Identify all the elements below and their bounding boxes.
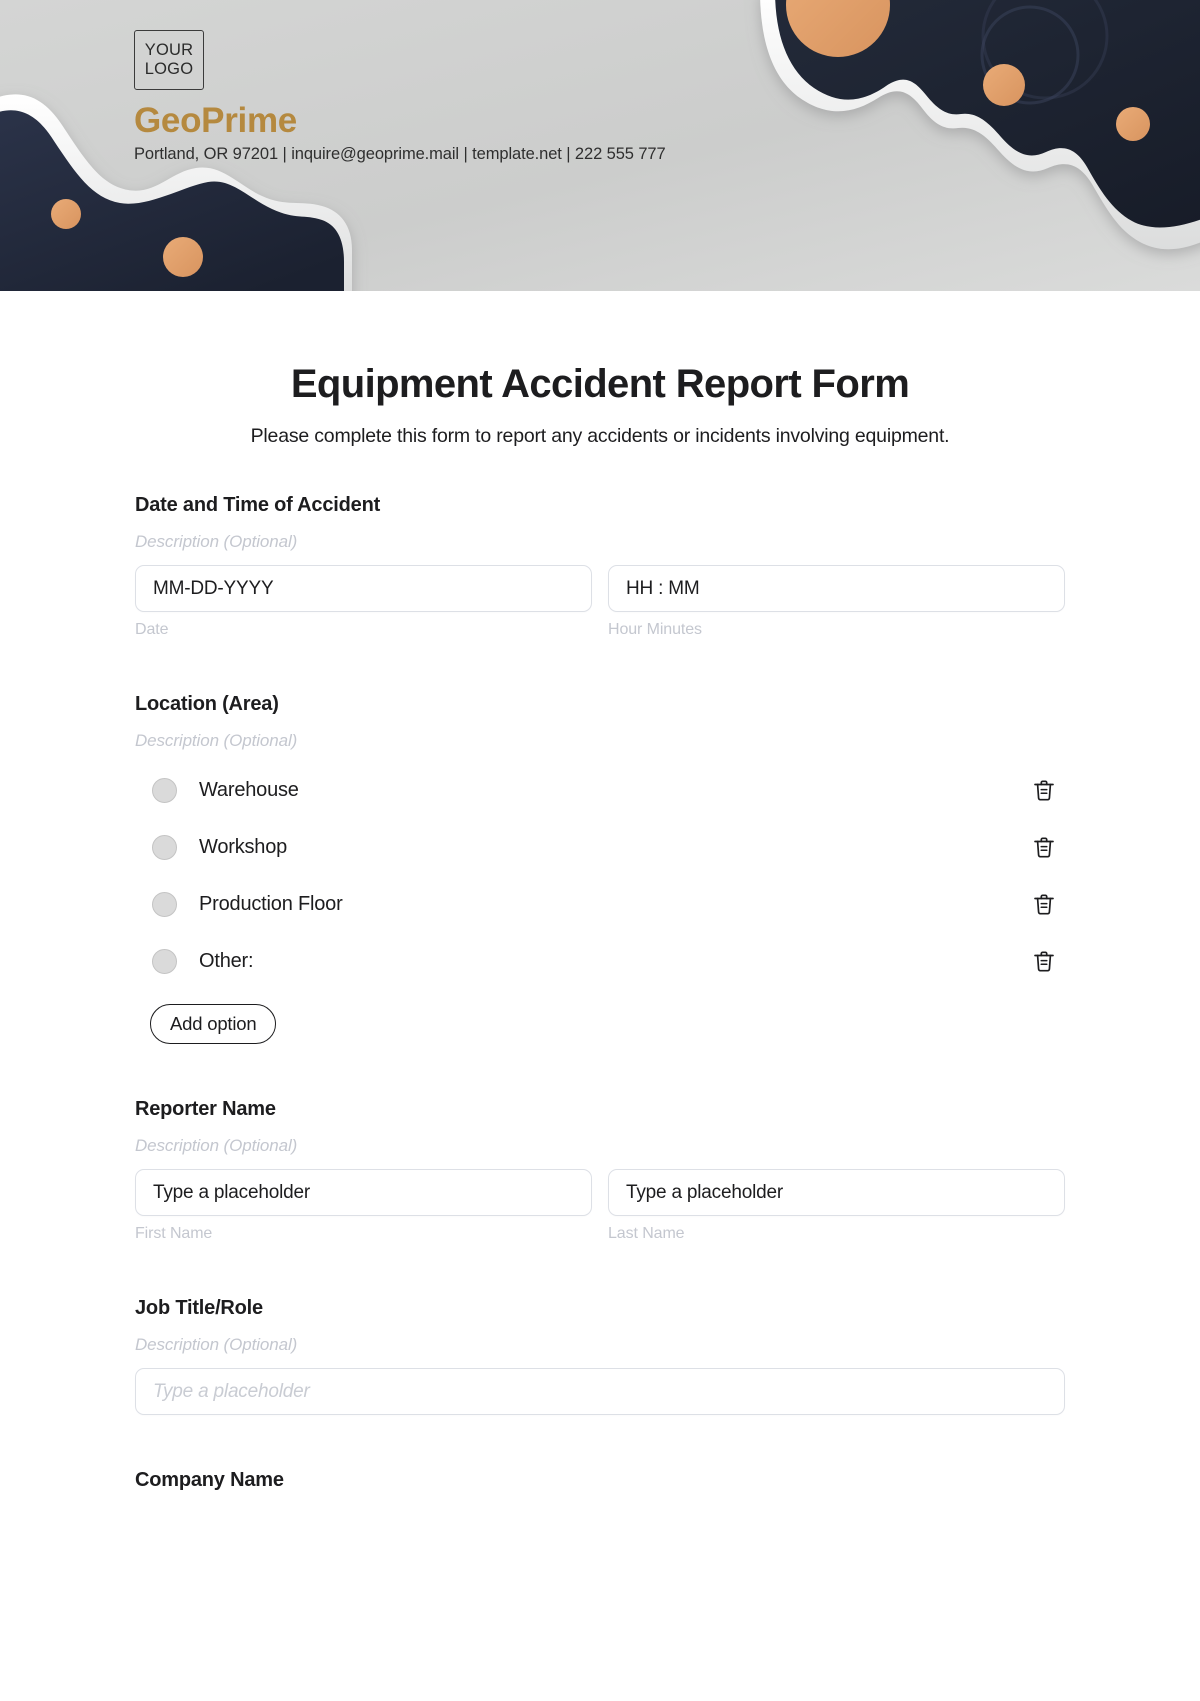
field-col-last-name: Type a placeholder Last Name [608,1169,1065,1243]
last-name-input[interactable]: Type a placeholder [608,1169,1065,1216]
trash-icon[interactable] [1031,891,1057,919]
field-label: Job Title/Role [135,1297,263,1319]
brand-contact-line: Portland, OR 97201 | inquire@geoprime.ma… [134,145,666,163]
field-label: Date and Time of Accident [135,494,381,516]
form-body: Equipment Accident Report Form Please co… [0,360,1200,1493]
field-description: Description (Optional) [135,731,298,750]
field-description: Description (Optional) [135,1136,298,1155]
option-row[interactable]: Workshop [135,827,1065,868]
time-input[interactable]: HH : MM [608,565,1065,612]
field-col-date: MM-DD-YYYY Date [135,565,592,639]
logo-line-2: LOGO [144,60,194,78]
field-label: Reporter Name [135,1098,276,1120]
radio-button-icon[interactable] [152,892,177,917]
trash-icon[interactable] [1031,834,1057,862]
form-page: YOUR LOGO GeoPrime Portland, OR 97201 | … [0,0,1200,1701]
brand-block: YOUR LOGO GeoPrime Portland, OR 97201 | … [134,30,666,164]
option-row[interactable]: Production Floor [135,884,1065,925]
first-name-input[interactable]: Type a placeholder [135,1169,592,1216]
field-description: Description (Optional) [135,1335,298,1354]
field-description: Description (Optional) [135,532,298,551]
logo-line-1: YOUR [144,41,194,59]
radio-button-icon[interactable] [152,949,177,974]
field-row: MM-DD-YYYY Date HH : MM Hour Minutes [135,565,1065,639]
brand-name: GeoPrime [134,101,297,140]
radio-button-icon[interactable] [152,778,177,803]
job-title-input[interactable]: Type a placeholder [135,1368,1065,1415]
logo-placeholder: YOUR LOGO [134,30,204,90]
time-caption: Hour Minutes [608,621,702,638]
page-title: Equipment Accident Report Form [290,362,910,406]
section-reporter-name: Reporter Name Description (Optional) Typ… [135,1096,1065,1243]
field-row: Type a placeholder First Name Type a pla… [135,1169,1065,1243]
option-row[interactable]: Warehouse [135,770,1065,811]
trash-icon[interactable] [1031,948,1057,976]
field-col-job-title: Type a placeholder [135,1368,1065,1415]
option-label: Warehouse [199,779,299,801]
date-input[interactable]: MM-DD-YYYY [135,565,592,612]
section-job-title: Job Title/Role Description (Optional) Ty… [135,1295,1065,1415]
radio-button-icon[interactable] [152,835,177,860]
page-header: YOUR LOGO GeoPrime Portland, OR 97201 | … [0,0,1200,291]
option-list: Warehouse Workshop Production Floor Othe… [135,770,1065,1044]
field-label: Location (Area) [135,693,279,715]
option-row[interactable]: Other: [135,941,1065,982]
section-company-name: Company Name [135,1467,1065,1493]
page-subtitle: Please complete this form to report any … [250,425,950,447]
trash-icon[interactable] [1031,777,1057,805]
first-name-caption: First Name [135,1225,213,1242]
option-label: Workshop [199,836,288,858]
field-col-time: HH : MM Hour Minutes [608,565,1065,639]
add-option-button[interactable]: Add option [150,1004,277,1044]
section-date-time: Date and Time of Accident Description (O… [135,492,1065,639]
option-label: Production Floor [199,893,343,915]
field-row: Type a placeholder [135,1368,1065,1415]
option-label: Other: [199,950,254,972]
section-location: Location (Area) Description (Optional) W… [135,691,1065,1044]
date-caption: Date [135,621,169,638]
field-label: Company Name [135,1469,284,1491]
field-col-first-name: Type a placeholder First Name [135,1169,592,1243]
last-name-caption: Last Name [608,1225,685,1242]
